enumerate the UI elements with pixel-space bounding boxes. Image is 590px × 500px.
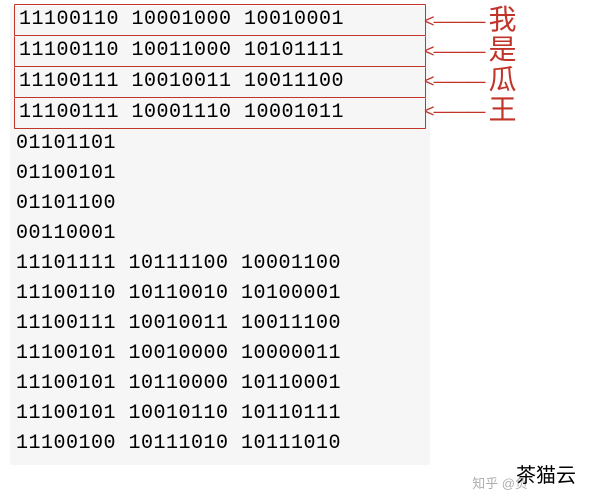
binary-row: 11101111 10111100 10001100 — [16, 249, 424, 279]
binary-row: 11100110 10011000 10101111 — [14, 36, 426, 67]
binary-row: 11100111 10001110 10001011 — [14, 98, 426, 129]
binary-row: 11100101 10010000 10000011 — [16, 339, 424, 369]
binary-bits: 11100111 10001110 10001011 — [19, 101, 344, 124]
binary-row: 11100101 10010110 10110111 — [16, 399, 424, 429]
binary-row: 11100100 10111010 10111010 — [16, 429, 424, 459]
binary-bits: 11100111 10010011 10011100 — [19, 70, 344, 93]
binary-code-block: 11100110 10001000 10010001 11100110 1001… — [10, 6, 430, 465]
annotation-column: <——— 我 <——— 是 <——— 瓜 <——— 王 — [424, 6, 517, 126]
binary-bits: 11101111 10111100 10001100 — [16, 252, 341, 275]
character-label: 王 — [489, 96, 517, 126]
binary-row: 11100111 10010011 10011100 — [16, 309, 424, 339]
character-label: 是 — [489, 36, 517, 66]
binary-bits: 01101100 — [16, 192, 116, 215]
annotation: <——— 我 — [424, 6, 517, 36]
binary-row: 11100110 10110010 10100001 — [16, 279, 424, 309]
binary-bits: 11100110 10011000 10101111 — [19, 39, 344, 62]
binary-bits: 11100101 10010000 10000011 — [16, 342, 341, 365]
binary-bits: 01101101 — [16, 132, 116, 155]
binary-bits: 11100100 10111010 10111010 — [16, 432, 341, 455]
arrow-left-icon: <——— — [424, 66, 485, 96]
binary-row: 01101100 — [16, 189, 424, 219]
binary-row: 00110001 — [16, 219, 424, 249]
annotation: <——— 王 — [424, 96, 517, 126]
binary-row: 11100111 10010011 10011100 — [14, 67, 426, 98]
binary-bits: 11100101 10010110 10110111 — [16, 402, 341, 425]
binary-row: 11100101 10110000 10110001 — [16, 369, 424, 399]
arrow-left-icon: <——— — [424, 96, 485, 126]
binary-bits: 11100101 10110000 10110001 — [16, 372, 341, 395]
arrow-left-icon: <——— — [424, 6, 485, 36]
annotation: <——— 瓜 — [424, 66, 517, 96]
arrow-left-icon: <——— — [424, 36, 485, 66]
watermark-brand: 茶猫云 — [516, 459, 576, 488]
annotation: <——— 是 — [424, 36, 517, 66]
binary-bits: 11100111 10010011 10011100 — [16, 312, 341, 335]
binary-bits: 11100110 10001000 10010001 — [19, 8, 344, 31]
binary-bits: 00110001 — [16, 222, 116, 245]
character-label: 我 — [489, 6, 517, 36]
binary-bits: 11100110 10110010 10100001 — [16, 282, 341, 305]
binary-bits: 01100101 — [16, 162, 116, 185]
character-label: 瓜 — [489, 66, 517, 96]
binary-row: 01101101 — [16, 129, 424, 159]
binary-row: 11100110 10001000 10010001 — [14, 4, 426, 36]
binary-row: 01100101 — [16, 159, 424, 189]
